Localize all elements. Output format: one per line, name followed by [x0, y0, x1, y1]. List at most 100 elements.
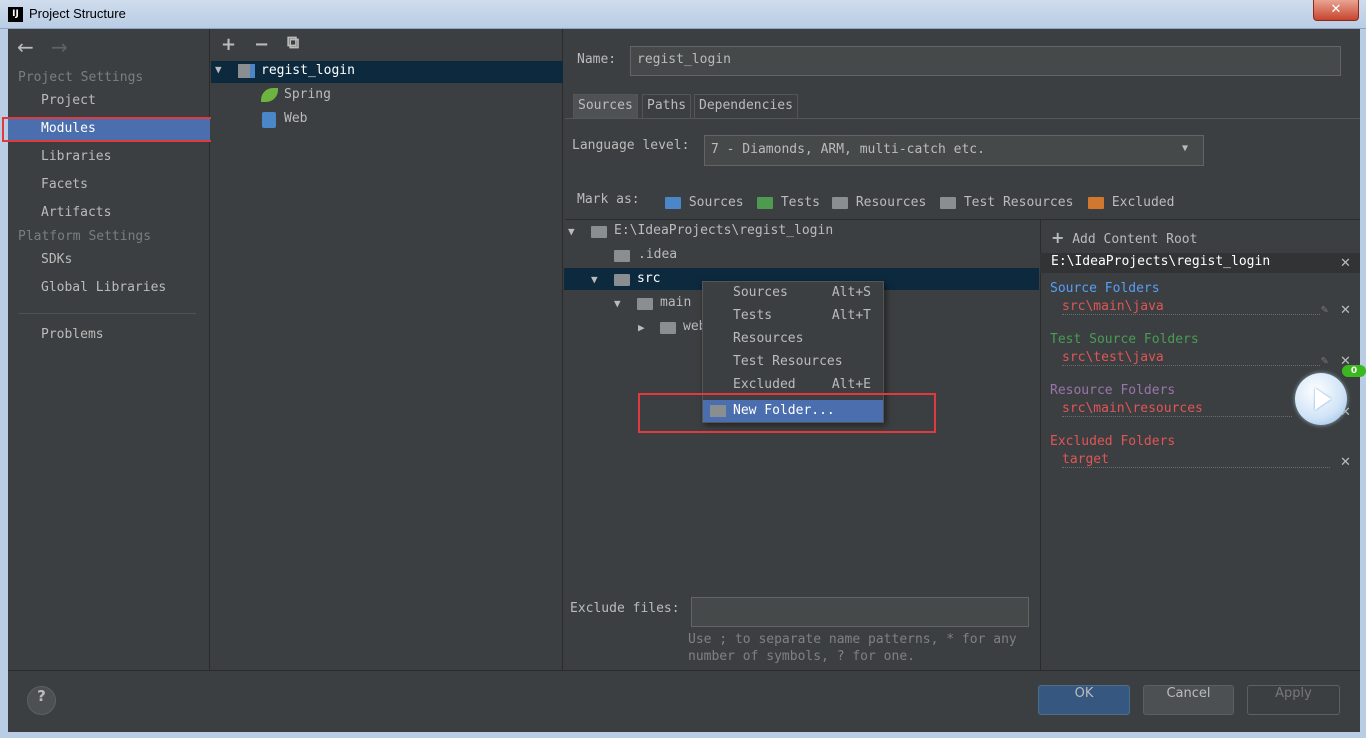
- module-folder-icon: [238, 64, 255, 78]
- mark-resources-button[interactable]: Resources: [832, 195, 926, 210]
- menu-item-test-resources[interactable]: Test Resources: [703, 351, 883, 373]
- platform-settings-header: Platform Settings: [18, 229, 152, 244]
- language-level-value: 7 - Diamonds, ARM, multi-catch etc.: [711, 142, 985, 157]
- module-facet-web[interactable]: Web: [284, 111, 307, 126]
- menu-item-tests[interactable]: Tests Alt+T: [703, 305, 883, 327]
- module-name-input[interactable]: regist_login: [630, 46, 1341, 76]
- remove-content-root-icon[interactable]: ✕: [1340, 256, 1351, 271]
- tab-dependencies[interactable]: Dependencies: [694, 94, 798, 118]
- mark-test-resources-button[interactable]: Test Resources: [940, 195, 1073, 210]
- mark-excluded-button[interactable]: Excluded: [1088, 195, 1174, 210]
- module-root-label[interactable]: regist_login: [261, 63, 355, 78]
- resource-folders-header: Resource Folders: [1050, 383, 1176, 398]
- language-level-label: Language level:: [572, 138, 690, 153]
- add-content-root-label: Add Content Root: [1072, 232, 1198, 247]
- menu-label: Test Resources: [733, 354, 843, 369]
- notification-badge: 0: [1342, 365, 1366, 377]
- source-folder-entry[interactable]: src\main\java: [1062, 299, 1320, 315]
- tab-divider: [565, 118, 1360, 119]
- remove-source-folder-icon[interactable]: ✕: [1340, 303, 1351, 318]
- mark-test-resources-label: Test Resources: [963, 195, 1074, 210]
- floating-play-button[interactable]: [1295, 373, 1347, 425]
- remove-icon[interactable]: −: [254, 34, 269, 55]
- annotation-highlight-modules: [2, 117, 236, 142]
- sidebar-item-libraries[interactable]: Libraries: [41, 149, 111, 164]
- menu-item-resources[interactable]: Resources: [703, 328, 883, 350]
- chevron-down-icon: ▼: [1182, 143, 1189, 154]
- tree-root-path[interactable]: E:\IdeaProjects\regist_login: [614, 223, 833, 238]
- window-frame-right: [1360, 29, 1366, 738]
- edit-pencil-icon[interactable]: ✎: [1321, 302, 1328, 316]
- play-icon: [1315, 388, 1331, 410]
- collapse-arrow-icon[interactable]: ▶: [638, 321, 645, 334]
- tab-paths[interactable]: Paths: [642, 94, 692, 118]
- expand-arrow-icon[interactable]: ▼: [215, 63, 222, 76]
- exclude-files-input[interactable]: [691, 597, 1029, 627]
- add-icon[interactable]: +: [221, 34, 236, 55]
- sources-folder-icon: [665, 196, 681, 209]
- source-folders-header: Source Folders: [1050, 281, 1160, 296]
- tree-main-folder[interactable]: main: [660, 295, 691, 310]
- expand-arrow-icon[interactable]: ▼: [614, 297, 621, 310]
- cancel-button[interactable]: Cancel: [1143, 685, 1234, 715]
- excluded-folder-entry[interactable]: target: [1062, 452, 1330, 468]
- edit-pencil-icon[interactable]: ✎: [1321, 353, 1328, 367]
- intellij-app-icon: IJ: [8, 7, 23, 22]
- sidebar-item-artifacts[interactable]: Artifacts: [41, 205, 111, 220]
- folder-icon: [660, 321, 676, 334]
- menu-label: Resources: [733, 331, 804, 346]
- folder-icon: [591, 225, 607, 238]
- module-name-value: regist_login: [637, 52, 731, 67]
- expand-arrow-icon[interactable]: ▼: [568, 225, 575, 238]
- sidebar-item-problems[interactable]: Problems: [41, 327, 104, 342]
- tab-sources[interactable]: Sources: [573, 94, 638, 118]
- copy-icon[interactable]: ⧉: [287, 33, 299, 53]
- window-frame-bottom: [0, 732, 1366, 738]
- annotation-highlight-new-folder: [638, 393, 936, 433]
- tree-idea-folder[interactable]: .idea: [638, 247, 677, 262]
- sidebar-item-project[interactable]: Project: [41, 93, 96, 108]
- window-close-button[interactable]: ✕: [1313, 0, 1359, 21]
- exclude-files-label: Exclude files:: [570, 601, 680, 616]
- web-facet-icon: [262, 112, 276, 128]
- excluded-folder-icon: [1088, 196, 1104, 209]
- menu-shortcut: Alt+T: [831, 308, 871, 323]
- folder-icon: [614, 273, 630, 286]
- mark-resources-label: Resources: [855, 195, 927, 210]
- add-content-root-button[interactable]: + Add Content Root: [1051, 228, 1197, 247]
- back-arrow-icon[interactable]: ←: [17, 35, 34, 59]
- sidebar-item-sdks[interactable]: SDKs: [41, 252, 72, 267]
- language-level-select[interactable]: 7 - Diamonds, ARM, multi-catch etc. ▼: [704, 135, 1204, 166]
- expand-arrow-icon[interactable]: ▼: [591, 273, 598, 286]
- mark-as-label: Mark as:: [577, 192, 640, 207]
- sidebar-item-facets[interactable]: Facets: [41, 177, 88, 192]
- tests-folder-icon: [757, 196, 773, 209]
- help-button[interactable]: ?: [27, 686, 56, 715]
- menu-label: Excluded: [733, 377, 796, 392]
- add-icon: +: [1051, 228, 1065, 247]
- mark-tests-button[interactable]: Tests: [757, 195, 820, 210]
- module-facet-spring[interactable]: Spring: [284, 87, 331, 102]
- menu-label: Tests: [733, 308, 773, 323]
- project-settings-header: Project Settings: [18, 70, 144, 85]
- ok-button[interactable]: OK: [1038, 685, 1130, 715]
- menu-item-sources[interactable]: Sources Alt+S: [703, 282, 883, 304]
- test-resources-folder-icon: [940, 196, 956, 209]
- sidebar-divider: [18, 313, 196, 314]
- resource-folder-entry[interactable]: src\main\resources: [1062, 401, 1292, 417]
- test-source-folders-header: Test Source Folders: [1050, 332, 1199, 347]
- content-root-path: E:\IdeaProjects\regist_login: [1051, 254, 1271, 269]
- forward-arrow-icon[interactable]: →: [51, 35, 68, 59]
- title-bar: IJ Project Structure ✕: [0, 0, 1366, 29]
- test-source-folder-entry[interactable]: src\test\java: [1062, 350, 1320, 366]
- mark-excluded-label: Excluded: [1111, 195, 1175, 210]
- tree-src-folder[interactable]: src: [637, 271, 660, 286]
- sidebar-item-global-libraries[interactable]: Global Libraries: [41, 280, 166, 295]
- apply-button[interactable]: Apply: [1247, 685, 1340, 715]
- mark-sources-button[interactable]: Sources: [665, 195, 744, 210]
- menu-label: Sources: [733, 285, 788, 300]
- folder-icon: [637, 297, 653, 310]
- exclude-files-hint: Use ; to separate name patterns, * for a…: [688, 632, 1017, 664]
- window-title: Project Structure: [29, 6, 126, 21]
- remove-excluded-folder-icon[interactable]: ✕: [1340, 455, 1351, 470]
